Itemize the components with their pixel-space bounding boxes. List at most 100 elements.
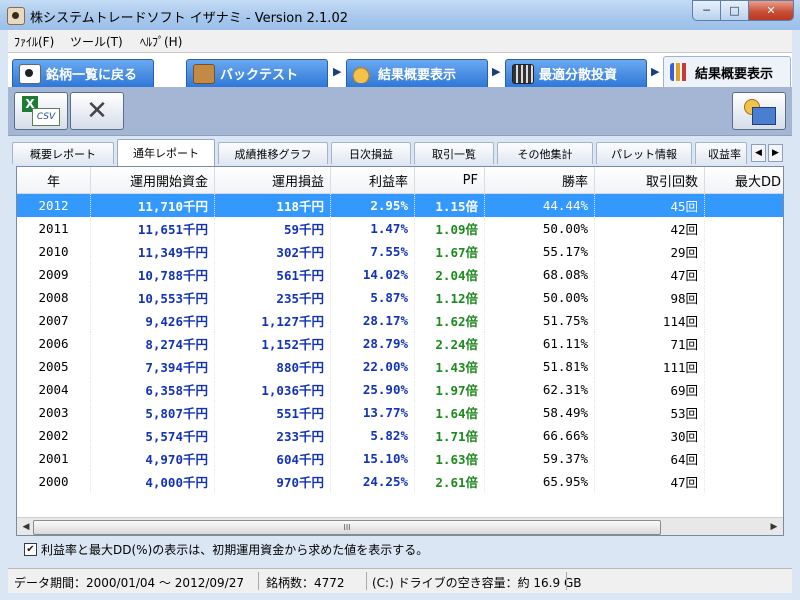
cell-win-rate: 50.00% <box>485 286 595 309</box>
cell-trade-count: 45回 <box>595 194 705 217</box>
cell-pnl: 233千円 <box>215 424 331 447</box>
menu-file[interactable]: ﾌｧｲﾙ(F) <box>14 33 54 50</box>
col-pf[interactable]: PF <box>415 167 485 193</box>
tab-result-summary-active[interactable]: 結果概要表示 <box>663 56 791 87</box>
tab-palette-info[interactable]: パレット情報 <box>596 142 692 164</box>
table-row[interactable]: 20014,970千円604千円15.10%1.63倍59.37%64回211 <box>17 447 783 470</box>
save-result-button[interactable] <box>732 92 786 130</box>
table-row[interactable]: 20025,574千円233千円5.82%1.71倍66.66%30回306 <box>17 424 783 447</box>
tab-back-to-list[interactable]: 銘柄一覧に戻る <box>12 59 154 87</box>
cell-trade-count: 111回 <box>595 355 705 378</box>
tab-daily-pnl[interactable]: 日次損益 <box>331 142 411 164</box>
close-button[interactable]: ✕ <box>749 0 794 21</box>
tab-performance-graph[interactable]: 成績推移グラフ <box>218 142 328 164</box>
eye-icon <box>19 63 41 84</box>
tab-trade-list[interactable]: 取引一覧 <box>414 142 494 164</box>
cell-profit-rate: 5.87% <box>331 286 415 309</box>
cell-max-dd: 441 <box>705 286 783 309</box>
status-bar: データ期間：2000/01/04 〜 2012/09/27 銘柄数：4772 (… <box>8 568 792 593</box>
bar-chart-icon <box>670 63 690 81</box>
col-win-rate[interactable]: 勝率 <box>485 167 595 193</box>
cell-start-capital: 9,426千円 <box>91 309 215 332</box>
cell-profit-rate: 24.25% <box>331 470 415 493</box>
col-start-capital[interactable]: 運用開始資金 <box>91 167 215 193</box>
tab-backtest[interactable]: バックテスト <box>186 59 328 87</box>
cell-profit-rate: 25.90% <box>331 378 415 401</box>
tab-label: 銘柄一覧に戻る <box>46 68 138 83</box>
percent-basis-checkbox[interactable]: ✔ <box>24 543 37 556</box>
tools-button[interactable]: ✕ <box>70 92 124 130</box>
scroll-thumb[interactable]: III <box>33 520 661 535</box>
cell-pnl: 551千円 <box>215 401 331 424</box>
data-period: データ期間：2000/01/04 〜 2012/09/27 <box>14 576 244 590</box>
cell-start-capital: 4,000千円 <box>91 470 215 493</box>
cell-year: 2001 <box>17 447 91 470</box>
table-row[interactable]: 200910,788千円561千円14.02%2.04倍68.08%47回354 <box>17 263 783 286</box>
tab-summary-report[interactable]: 概要レポート <box>12 142 114 164</box>
cell-win-rate: 55.17% <box>485 240 595 263</box>
table-row[interactable]: 20004,000千円970千円24.25%2.61倍65.95%47回161 <box>17 470 783 493</box>
cell-start-capital: 8,274千円 <box>91 332 215 355</box>
tab-result-summary[interactable]: 結果概要表示 <box>346 59 488 87</box>
scroll-right-arrow[interactable]: ▶ <box>767 520 781 534</box>
title-bar[interactable]: 株システムトレードソフト イザナミ - Version 2.1.02 ─ □ ✕ <box>0 0 800 30</box>
cell-max-dd: 387 <box>705 355 783 378</box>
cell-pnl: 118千円 <box>215 194 331 217</box>
menu-bar: ﾌｧｲﾙ(F) ツール(T) ﾍﾙﾌﾟ(H) <box>8 30 792 53</box>
calculator-icon <box>512 63 534 84</box>
menu-help[interactable]: ﾍﾙﾌﾟ(H) <box>140 33 182 50</box>
tab-annual-report[interactable]: 通年レポート <box>117 139 215 166</box>
cell-profit-rate: 1.47% <box>331 217 415 240</box>
cell-pnl: 561千円 <box>215 263 331 286</box>
cell-pnl: 302千円 <box>215 240 331 263</box>
table-row[interactable]: 20068,274千円1,152千円28.79%2.24倍61.11%71回23… <box>17 332 783 355</box>
tab-scroll-left-button[interactable]: ◀ <box>751 144 766 162</box>
scroll-left-arrow[interactable]: ◀ <box>19 520 33 534</box>
table-row[interactable]: 20035,807千円551千円13.77%1.64倍58.49%53回364 <box>17 401 783 424</box>
col-max-dd[interactable]: 最大DD <box>705 167 783 193</box>
window-title: 株システムトレードソフト イザナミ - Version 2.1.02 <box>30 11 348 26</box>
cell-pf: 1.64倍 <box>415 401 485 424</box>
cell-trade-count: 30回 <box>595 424 705 447</box>
cell-trade-count: 69回 <box>595 378 705 401</box>
tab-return-rate[interactable]: 収益率 <box>695 142 747 164</box>
cell-start-capital: 7,394千円 <box>91 355 215 378</box>
horizontal-scrollbar[interactable]: ◀ III ▶ <box>17 517 783 535</box>
table-row[interactable]: 20046,358千円1,036千円25.90%1.97倍62.31%69回25… <box>17 378 783 401</box>
table-row[interactable]: 20057,394千円880千円22.00%1.43倍51.81%111回387 <box>17 355 783 378</box>
cell-year: 2004 <box>17 378 91 401</box>
export-csv-button[interactable]: X CSV <box>14 92 68 130</box>
col-pnl[interactable]: 運用損益 <box>215 167 331 193</box>
tab-other-stats[interactable]: その他集計 <box>497 142 593 164</box>
col-profit-rate[interactable]: 利益率 <box>331 167 415 193</box>
cell-pf: 1.43倍 <box>415 355 485 378</box>
cell-profit-rate: 14.02% <box>331 263 415 286</box>
cell-max-dd: 161 <box>705 470 783 493</box>
cell-max-dd: 306 <box>705 424 783 447</box>
cell-year: 2008 <box>17 286 91 309</box>
table-row[interactable]: 201011,349千円302千円7.55%1.67倍55.17%29回186 <box>17 240 783 263</box>
cell-win-rate: 62.31% <box>485 378 595 401</box>
minimize-button[interactable]: ─ <box>692 0 721 21</box>
table-row[interactable]: 201211,710千円118千円2.95%1.15倍44.44%45回409 <box>17 194 783 217</box>
col-year[interactable]: 年 <box>17 167 91 193</box>
cell-trade-count: 64回 <box>595 447 705 470</box>
cell-pnl: 1,036千円 <box>215 378 331 401</box>
table-row[interactable]: 200810,553千円235千円5.87%1.12倍50.00%98回441 <box>17 286 783 309</box>
table-row[interactable]: 20079,426千円1,127千円28.17%1.62倍51.75%114回3… <box>17 309 783 332</box>
cell-max-dd: 331 <box>705 309 783 332</box>
percent-basis-option[interactable]: ✔ 利益率と最大DD(%)の表示は、初期運用資金から求めた値を表示する。 <box>24 541 428 558</box>
table-row[interactable]: 201111,651千円59千円1.47%1.09倍50.00%42回261 <box>17 217 783 240</box>
app-logo-icon[interactable] <box>7 7 25 25</box>
col-trade-count[interactable]: 取引回数 <box>595 167 705 193</box>
menu-tools[interactable]: ツール(T) <box>70 33 123 50</box>
wrench-screwdriver-icon: ✕ <box>86 96 108 126</box>
cell-profit-rate: 15.10% <box>331 447 415 470</box>
cell-trade-count: 71回 <box>595 332 705 355</box>
cell-start-capital: 5,574千円 <box>91 424 215 447</box>
cell-pf: 2.04倍 <box>415 263 485 286</box>
cell-profit-rate: 5.82% <box>331 424 415 447</box>
tab-optimal-distribution[interactable]: 最適分散投資 <box>505 59 647 87</box>
tab-scroll-right-button[interactable]: ▶ <box>768 144 783 162</box>
maximize-button[interactable]: □ <box>721 0 749 21</box>
